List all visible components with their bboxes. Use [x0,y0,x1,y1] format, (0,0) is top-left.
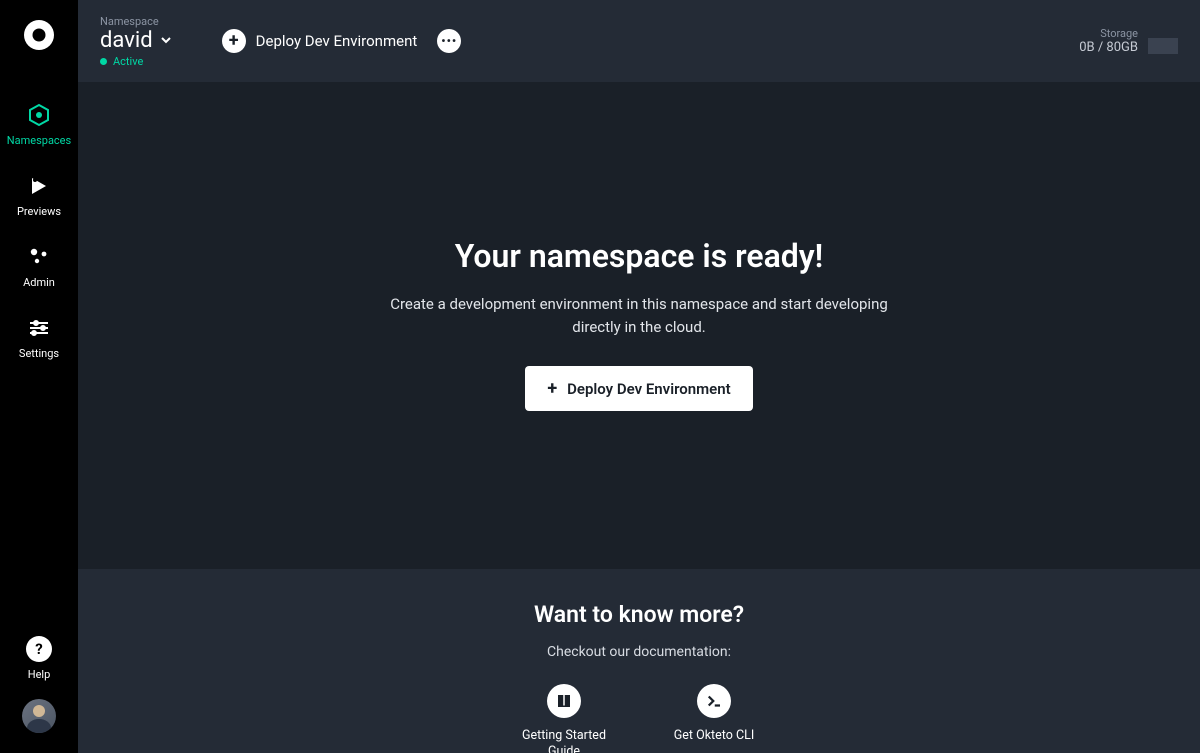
know-more-section: Want to know more? Checkout our document… [78,569,1200,753]
hero-section: Your namespace is ready! Create a develo… [78,82,1200,411]
sidebar: Namespaces Previews Admin Settings [0,0,78,753]
sidebar-item-namespaces[interactable]: Namespaces [0,92,78,163]
sidebar-item-settings[interactable]: Settings [0,305,78,376]
sidebar-item-label: Admin [23,276,55,289]
book-icon [547,684,581,718]
hero-title: Your namespace is ready! [78,237,1200,275]
plus-icon: + [222,29,246,53]
sidebar-item-label: Settings [19,347,59,360]
deploy-dev-environment-button[interactable]: + Deploy Dev Environment [222,29,418,53]
ellipsis-icon: ••• [441,34,457,48]
main-area: Namespace david Active + Deploy Dev Envi… [78,0,1200,753]
sidebar-item-label: Previews [17,205,61,218]
getting-started-link[interactable]: Getting Started Guide [519,684,609,753]
namespace-label: Namespace [100,15,172,28]
previews-icon [26,173,52,199]
namespace-selector[interactable]: Namespace david Active [100,15,172,68]
hero-subtitle: Create a development environment in this… [389,293,889,338]
namespace-status: Active [100,55,172,68]
sidebar-item-label: Help [28,668,51,681]
know-more-title: Want to know more? [78,601,1200,628]
storage-display: Storage 0B / 80GB [1079,27,1138,55]
sidebar-item-previews[interactable]: Previews [0,163,78,234]
get-cli-link[interactable]: Get Okteto CLI [669,684,759,753]
deploy-dev-environment-main-button[interactable]: + Deploy Dev Environment [525,366,752,411]
namespace-name: david [100,28,153,53]
terminal-icon [697,684,731,718]
know-more-subtitle: Checkout our documentation: [78,644,1200,660]
topbar: Namespace david Active + Deploy Dev Envi… [78,0,1200,82]
avatar[interactable] [22,699,56,733]
storage-bar [1148,38,1178,54]
status-dot-icon [100,58,107,65]
admin-icon [26,244,52,270]
namespaces-icon [26,102,52,128]
content: Your namespace is ready! Create a develo… [78,82,1200,753]
chevron-down-icon [160,31,172,50]
app-logo [22,18,56,52]
help-icon: ? [26,636,52,662]
plus-icon: + [547,378,557,399]
sidebar-item-admin[interactable]: Admin [0,234,78,305]
more-options-button[interactable]: ••• [437,29,461,53]
settings-icon [26,315,52,341]
sidebar-item-label: Namespaces [7,134,71,147]
sidebar-item-help[interactable]: ? Help [0,636,78,699]
